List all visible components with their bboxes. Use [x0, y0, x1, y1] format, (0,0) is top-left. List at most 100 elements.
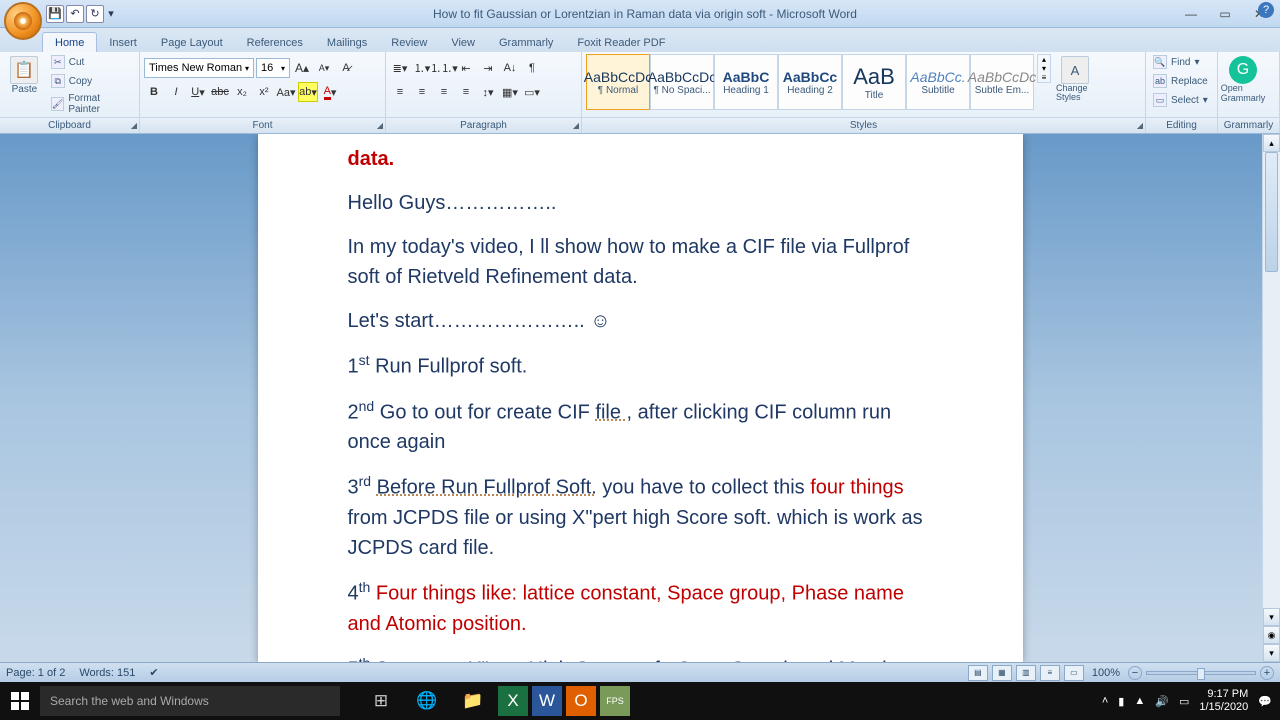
zoom-out-button[interactable]: − — [1128, 666, 1142, 680]
save-icon[interactable]: 💾 — [46, 5, 64, 23]
notifications-icon[interactable]: 💬 — [1258, 695, 1272, 708]
clipboard-launcher-icon[interactable]: ◢ — [131, 121, 137, 130]
view-web-layout[interactable]: ▥ — [1016, 665, 1036, 681]
bullets-button[interactable]: ≣▾ — [390, 58, 410, 78]
style-normal[interactable]: AaBbCcDc¶ Normal — [586, 54, 650, 110]
task-view-icon[interactable]: ⊞ — [360, 682, 402, 720]
prev-page-icon[interactable]: ◉ — [1263, 626, 1280, 644]
replace-button[interactable]: abReplace — [1150, 73, 1211, 89]
grow-font-button[interactable]: A▴ — [292, 58, 312, 78]
tray-overflow-icon[interactable]: ˄ — [1102, 695, 1108, 707]
volume-icon[interactable]: 🔊 — [1155, 695, 1169, 708]
status-page[interactable]: Page: 1 of 2 — [6, 667, 65, 679]
start-button[interactable] — [0, 682, 40, 720]
tab-page-layout[interactable]: Page Layout — [149, 33, 235, 52]
help-icon[interactable]: ? — [1258, 2, 1274, 18]
shading-button[interactable]: ▦▾ — [500, 82, 520, 102]
undo-icon[interactable]: ↶ — [66, 5, 84, 23]
align-left-button[interactable]: ≡ — [390, 82, 410, 102]
tab-mailings[interactable]: Mailings — [315, 33, 379, 52]
cut-button[interactable]: ✂Cut — [48, 54, 135, 70]
view-full-screen[interactable]: ▦ — [992, 665, 1012, 681]
chrome-icon[interactable]: 🌐 — [406, 682, 448, 720]
tab-foxit[interactable]: Foxit Reader PDF — [565, 33, 677, 52]
underline-button[interactable]: U▾ — [188, 82, 208, 102]
style-subtitle[interactable]: AaBbCc.Subtitle — [906, 54, 970, 110]
tab-view[interactable]: View — [439, 33, 487, 52]
open-grammarly-button[interactable]: G Open Grammarly — [1222, 54, 1264, 106]
view-outline[interactable]: ≡ — [1040, 665, 1060, 681]
strikethrough-button[interactable]: abc — [210, 82, 230, 102]
scroll-down-icon[interactable]: ▾ — [1263, 608, 1280, 626]
office-button[interactable] — [4, 2, 42, 40]
word-icon[interactable]: W — [532, 686, 562, 716]
view-draft[interactable]: ▭ — [1064, 665, 1084, 681]
tab-home[interactable]: Home — [42, 32, 97, 52]
tab-review[interactable]: Review — [379, 33, 439, 52]
clear-formatting-button[interactable]: A̷ — [336, 58, 356, 78]
font-size-combo[interactable]: 16▾ — [256, 58, 290, 78]
view-print-layout[interactable]: ▤ — [968, 665, 988, 681]
zoom-slider[interactable] — [1146, 671, 1256, 675]
styles-gallery[interactable]: AaBbCcDc¶ Normal AaBbCcDc¶ No Spaci... A… — [586, 54, 1034, 110]
font-color-button[interactable]: A▾ — [320, 82, 340, 102]
numbering-button[interactable]: ⒈▾ — [412, 58, 432, 78]
italic-button[interactable]: I — [166, 82, 186, 102]
file-explorer-icon[interactable]: 📁 — [452, 682, 494, 720]
tab-insert[interactable]: Insert — [97, 33, 149, 52]
change-case-button[interactable]: Aa▾ — [276, 82, 296, 102]
highlight-button[interactable]: ab▾ — [298, 82, 318, 102]
bold-button[interactable]: B — [144, 82, 164, 102]
decrease-indent-button[interactable]: ⇤ — [456, 58, 476, 78]
align-right-button[interactable]: ≡ — [434, 82, 454, 102]
vertical-scrollbar[interactable]: ▴ ▾ ◉ ▾ — [1262, 134, 1280, 662]
font-name-combo[interactable]: Times New Roman▾ — [144, 58, 254, 78]
minimize-button[interactable]: — — [1178, 5, 1204, 23]
style-scroll[interactable]: ▴▾≡ — [1037, 54, 1051, 83]
zoom-in-button[interactable]: + — [1260, 666, 1274, 680]
style-no-spacing[interactable]: AaBbCcDc¶ No Spaci... — [650, 54, 714, 110]
style-title[interactable]: AaBTitle — [842, 54, 906, 110]
find-button[interactable]: 🔍Find▾ — [1150, 54, 1211, 70]
align-center-button[interactable]: ≡ — [412, 82, 432, 102]
superscript-button[interactable]: x² — [254, 82, 274, 102]
style-heading-2[interactable]: AaBbCcHeading 2 — [778, 54, 842, 110]
borders-button[interactable]: ▭▾ — [522, 82, 542, 102]
taskbar-search[interactable]: Search the web and Windows — [40, 686, 340, 716]
language-icon[interactable]: ▭ — [1179, 695, 1189, 708]
status-proofing-icon[interactable]: ✔ — [149, 666, 158, 679]
style-heading-1[interactable]: AaBbCHeading 1 — [714, 54, 778, 110]
copy-button[interactable]: ⧉Copy — [48, 73, 135, 89]
show-marks-button[interactable]: ¶ — [522, 58, 542, 78]
clock[interactable]: 9:17 PM 1/15/2020 — [1199, 688, 1248, 714]
sort-button[interactable]: A↓ — [500, 58, 520, 78]
wifi-icon[interactable]: ▲ — [1134, 695, 1145, 707]
origin-icon[interactable]: O — [566, 686, 596, 716]
status-words[interactable]: Words: 151 — [79, 667, 135, 679]
next-page-icon[interactable]: ▾ — [1263, 644, 1280, 662]
page[interactable]: data. Hello Guys…………….. In my today's vi… — [258, 134, 1023, 662]
change-styles-button[interactable]: A Change Styles — [1054, 54, 1096, 104]
multilevel-list-button[interactable]: ⒈⒈▾ — [434, 58, 454, 78]
qat-customize-icon[interactable]: ▾ — [106, 5, 116, 23]
style-subtle-em[interactable]: AaBbCcDcSubtle Em... — [970, 54, 1034, 110]
zoom-value[interactable]: 100% — [1092, 667, 1120, 679]
paragraph-launcher-icon[interactable]: ◢ — [573, 121, 579, 130]
subscript-button[interactable]: x₂ — [232, 82, 252, 102]
font-launcher-icon[interactable]: ◢ — [377, 121, 383, 130]
shrink-font-button[interactable]: A▾ — [314, 58, 334, 78]
line-spacing-button[interactable]: ↕▾ — [478, 82, 498, 102]
battery-icon[interactable]: ▮ — [1118, 695, 1124, 708]
scroll-thumb[interactable] — [1265, 152, 1278, 272]
tab-references[interactable]: References — [235, 33, 315, 52]
paste-button[interactable]: 📋 Paste — [4, 54, 45, 97]
maximize-button[interactable]: ▭ — [1212, 5, 1238, 23]
excel-icon[interactable]: X — [498, 686, 528, 716]
redo-icon[interactable]: ↻ — [86, 5, 104, 23]
styles-launcher-icon[interactable]: ◢ — [1137, 121, 1143, 130]
justify-button[interactable]: ≡ — [456, 82, 476, 102]
tab-grammarly[interactable]: Grammarly — [487, 33, 565, 52]
scroll-up-icon[interactable]: ▴ — [1263, 134, 1280, 152]
fps-icon[interactable]: FPS — [600, 686, 630, 716]
format-painter-button[interactable]: 🖌Format Painter — [48, 92, 135, 116]
